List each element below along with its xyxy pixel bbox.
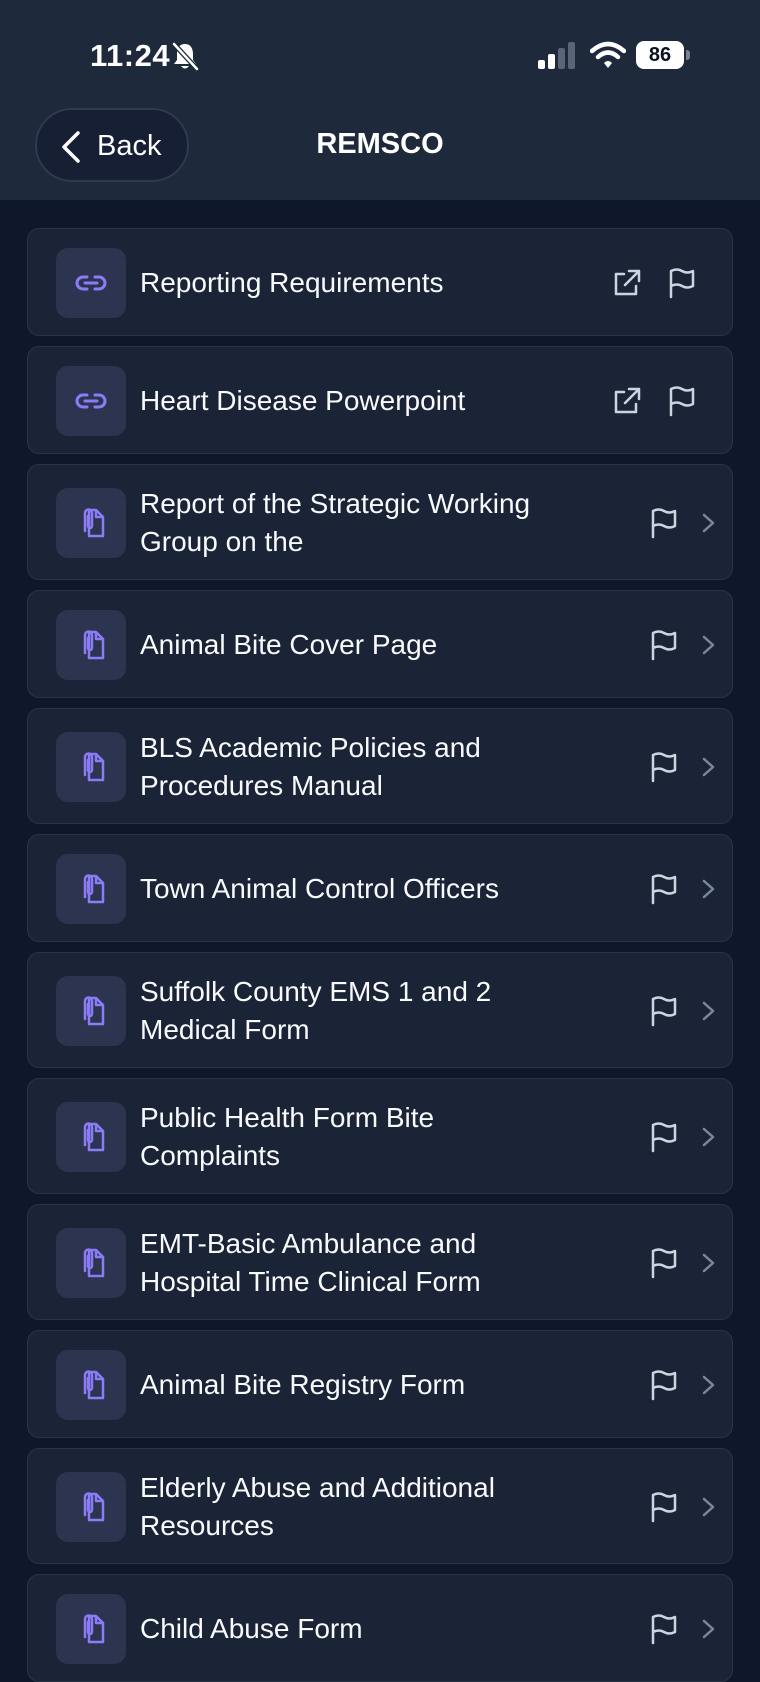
document-clip-icon: [56, 1228, 126, 1298]
list-item-label: Report of the Strategic Working Group on…: [140, 488, 531, 557]
list-item[interactable]: Report of the Strategic Working Group on…: [27, 464, 733, 580]
document-clip-icon: [56, 854, 126, 924]
flag-icon[interactable]: [646, 1120, 680, 1154]
chevron-right-icon: [699, 1490, 719, 1524]
external-link-icon[interactable]: [610, 266, 644, 300]
battery-icon: 86: [636, 41, 690, 71]
document-clip-icon: [56, 610, 126, 680]
chevron-right-icon: [699, 1246, 719, 1280]
document-clip-icon: [56, 1350, 126, 1420]
list-item[interactable]: Reporting Requirements: [27, 228, 733, 336]
list-item-label: Town Animal Control Officers: [140, 873, 499, 904]
page-title: REMSCO: [316, 128, 444, 160]
flag-icon[interactable]: [646, 994, 680, 1028]
list-item-label: Public Health Form Bite Complaints: [140, 1102, 435, 1171]
link-icon: [56, 366, 126, 436]
flag-icon[interactable]: [646, 872, 680, 906]
list-item[interactable]: Child Abuse Form: [27, 1574, 733, 1682]
flag-icon[interactable]: [646, 628, 680, 662]
document-clip-icon: [56, 976, 126, 1046]
chevron-right-icon: [699, 872, 719, 906]
status-time: 11:24: [90, 38, 171, 73]
document-clip-icon: [56, 1594, 126, 1664]
document-clip-icon: [56, 1472, 126, 1542]
list-item[interactable]: Animal Bite Registry Form: [27, 1330, 733, 1438]
list-item[interactable]: Public Health Form Bite Complaints: [27, 1078, 733, 1194]
list-item[interactable]: Town Animal Control Officers: [27, 834, 733, 942]
chevron-right-icon: [699, 1368, 719, 1402]
link-icon: [56, 248, 126, 318]
wifi-icon: [590, 41, 626, 68]
document-clip-icon: [56, 1102, 126, 1172]
list-item[interactable]: Animal Bite Cover Page: [27, 590, 733, 698]
list-item-label: Reporting Requirements: [140, 267, 444, 298]
flag-icon[interactable]: [646, 1612, 680, 1646]
list-item-label: Elderly Abuse and Additional Resources: [140, 1472, 495, 1541]
chevron-right-icon: [699, 506, 719, 540]
flag-icon[interactable]: [646, 750, 680, 784]
list-item-label: Child Abuse Form: [140, 1613, 363, 1644]
list-item[interactable]: Suffolk County EMS 1 and 2 Medical Form: [27, 952, 733, 1068]
list-item[interactable]: EMT-Basic Ambulance and Hospital Time Cl…: [27, 1204, 733, 1320]
list-item-label: BLS Academic Policies and Procedures Man…: [140, 732, 481, 801]
chevron-right-icon: [699, 1612, 719, 1646]
top-bar: 11:24 86 Back REMSCO: [0, 0, 760, 200]
list-item-label: Animal Bite Cover Page: [140, 629, 438, 660]
external-link-icon[interactable]: [610, 384, 644, 418]
chevron-right-icon: [699, 628, 719, 662]
chevron-right-icon: [699, 750, 719, 784]
list-item-label: Suffolk County EMS 1 and 2 Medical Form: [140, 976, 492, 1045]
battery-level: 86: [636, 41, 684, 69]
document-clip-icon: [56, 488, 126, 558]
flag-icon[interactable]: [646, 1246, 680, 1280]
flag-icon[interactable]: [664, 266, 698, 300]
signal-icon: [538, 42, 575, 69]
list-item[interactable]: Elderly Abuse and Additional Resources: [27, 1448, 733, 1564]
flag-icon[interactable]: [664, 384, 698, 418]
document-clip-icon: [56, 732, 126, 802]
chevron-right-icon: [699, 994, 719, 1028]
list-item[interactable]: Heart Disease Powerpoint: [27, 346, 733, 454]
list-item-label: Animal Bite Registry Form: [140, 1369, 466, 1400]
flag-icon[interactable]: [646, 1490, 680, 1524]
flag-icon[interactable]: [646, 506, 680, 540]
chevron-right-icon: [699, 1120, 719, 1154]
list-item[interactable]: BLS Academic Policies and Procedures Man…: [27, 708, 733, 824]
bell-slash-icon: [172, 42, 199, 71]
status-bar: 11:24 86: [0, 0, 760, 110]
flag-icon[interactable]: [646, 1368, 680, 1402]
list-item-label: EMT-Basic Ambulance and Hospital Time Cl…: [140, 1228, 481, 1297]
list-item-label: Heart Disease Powerpoint: [140, 385, 466, 416]
